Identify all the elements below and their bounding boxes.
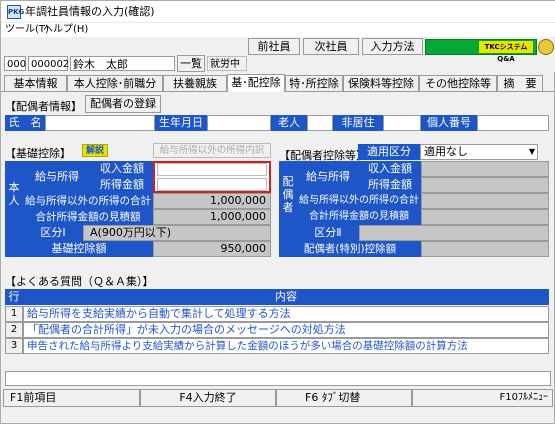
employee-code1[interactable]: 000 (4, 56, 26, 71)
spouse-income-amount-label: 収入金額 (359, 161, 421, 177)
tab-basic-spouse-deduction[interactable]: 基･配控除 (227, 74, 285, 92)
other-income-total-label: 給与所得以外の所得の合計 (23, 193, 153, 209)
basic-deduction-heading: 【基礎控除】 (5, 147, 71, 160)
tab-self-deduction[interactable]: 本人控除･前職分 (67, 75, 163, 91)
income-net-input[interactable] (157, 178, 267, 191)
f4-finish-input-button[interactable]: F4入力終了 (140, 389, 276, 407)
spouse-side-text: 配偶者 (282, 175, 294, 214)
category1-value: A(900万円以下) (83, 225, 271, 241)
spouse-other-income-total-field (421, 193, 549, 209)
faq-col-row: 行 (5, 289, 23, 305)
other-income-breakdown-header[interactable]: 給与所得以外の所得内訳 (153, 143, 271, 158)
spouse-total-estimate-field (421, 209, 549, 225)
total-income-estimate-label: 合計所得金額の見積額 (23, 209, 153, 225)
tab-basic-info[interactable]: 基本情報 (4, 75, 67, 91)
spouse-deduction-amount-field (421, 241, 549, 257)
f6-tab-switch-button[interactable]: F6 ﾀﾌﾞ切替 (276, 389, 412, 407)
employee-name: 鈴木 太郎 (70, 56, 175, 71)
spouse-elderly-label: 老人 (271, 115, 307, 131)
owl-icon[interactable] (538, 39, 554, 55)
income-net-label: 所得金額 (91, 177, 153, 193)
spouse-total-estimate-label: 合計所得金額の見積額 (297, 209, 421, 225)
salary-income-label: 給与所得 (23, 161, 91, 193)
income-amount-input[interactable] (157, 163, 267, 176)
list-button[interactable]: 一覧 (177, 55, 205, 72)
spouse-nonresident-field[interactable] (383, 115, 421, 131)
applicable-category-select[interactable]: 適用なし ▼ (420, 144, 538, 160)
basic-deduction-amount-value: 950,000 (153, 241, 271, 257)
spouse-mynumber-label: 個人番号 (421, 115, 477, 131)
faq-row-link[interactable]: 「配偶者の合計所得」が未入力の場合のメッセージへの対処方法 (23, 322, 549, 338)
faq-row-link[interactable]: 給与所得を支給実績から自動で集計して処理する方法 (23, 306, 549, 322)
next-employee-button[interactable]: 次社員 (303, 38, 359, 55)
spouse-income-amount-field (421, 161, 549, 177)
tab-notes[interactable]: 摘 要 (497, 75, 543, 91)
basic-deduction-amount-label: 基礎控除額 (5, 241, 153, 257)
spouse-birth-label: 生年月日 (155, 115, 207, 131)
spouse-other-income-total-label: 給与所得以外の所得の合計 (297, 193, 421, 209)
tab-dependents[interactable]: 扶養親族 (163, 75, 227, 91)
spouse-mynumber-field[interactable] (477, 115, 549, 131)
prev-employee-button[interactable]: 前社員 (248, 38, 300, 55)
faq-row-number: 2 (5, 322, 23, 338)
category2-label: 区分Ⅱ (297, 225, 359, 241)
explain-button[interactable]: 解説 (82, 144, 108, 157)
tab-insurance-deduction[interactable]: 保険料等控除 (343, 75, 419, 91)
self-side-text: 本人 (8, 181, 20, 207)
applicable-category-label: 適用区分 (358, 144, 420, 160)
window-title: 年調社員情報の入力(確認) (25, 5, 155, 18)
app-window: PKG 年調社員情報の入力(確認) ツール(T) ヘルプ(H) 前社員 次社員 … (0, 0, 555, 424)
spouse-income-net-field (421, 177, 549, 193)
spouse-name-field[interactable] (45, 115, 155, 131)
spouse-elderly-field[interactable] (307, 115, 333, 131)
spouse-income-net-label: 所得金額 (359, 177, 421, 193)
faq-row-number: 1 (5, 306, 23, 322)
spouse-deduction-amount-label: 配偶者(特別)控除額 (279, 241, 421, 257)
spouse-salary-income-label: 給与所得 (297, 161, 359, 193)
tab-special-deduction[interactable]: 特･所控除 (285, 75, 343, 91)
total-income-estimate-value: 1,000,000 (153, 209, 271, 225)
other-income-total-value: 1,000,000 (153, 193, 271, 209)
spouse-nonresident-label: 非居住 (333, 115, 383, 131)
spouse-salary-income-text: 給与所得 (306, 170, 350, 183)
f10-full-menu-button[interactable]: F10ﾌﾙﾒﾆｭｰ (412, 389, 553, 407)
faq-col-content: 内容 (23, 289, 549, 305)
spouse-info-heading: 【配偶者情報】 (5, 100, 82, 113)
spouse-side-label: 配偶者 (279, 161, 297, 241)
input-method-button[interactable]: 入力方法 (362, 38, 423, 55)
self-side-label: 本人 (5, 161, 23, 245)
spouse-birth-field[interactable] (207, 115, 271, 131)
faq-row-link[interactable]: 申告された給与所得より支給実績から計算した金額のほうが多い場合の基礎控除額の計算… (23, 338, 549, 354)
message-bar (5, 371, 551, 386)
spouse-name-label: 氏 名 (5, 115, 45, 131)
employee-code2[interactable]: 000002 (28, 56, 69, 71)
income-amount-label: 収入金額 (91, 161, 153, 177)
employment-status: 就労中 (207, 56, 247, 71)
faq-heading: 【よくある質問（Ｑ＆Ａ集）】 (5, 275, 154, 288)
f1-prev-item-button[interactable]: F1前項目 (3, 389, 140, 407)
faq-row-number: 3 (5, 338, 23, 354)
tab-other-deduction[interactable]: その他控除等 (419, 75, 497, 91)
chevron-down-icon[interactable]: ▼ (529, 145, 535, 159)
register-spouse-button[interactable]: 配偶者の登録 (85, 95, 161, 113)
salary-income-text: 給与所得 (35, 170, 79, 183)
tkc-qa-label: TKCシステムQ&A (479, 41, 533, 63)
applicable-category-value: 適用なし (424, 145, 468, 158)
app-icon: PKG (7, 5, 24, 19)
menu-help[interactable]: ヘルプ(H) (43, 23, 88, 37)
category2-field (359, 225, 549, 241)
category1-label: 区分Ⅰ (23, 225, 83, 241)
